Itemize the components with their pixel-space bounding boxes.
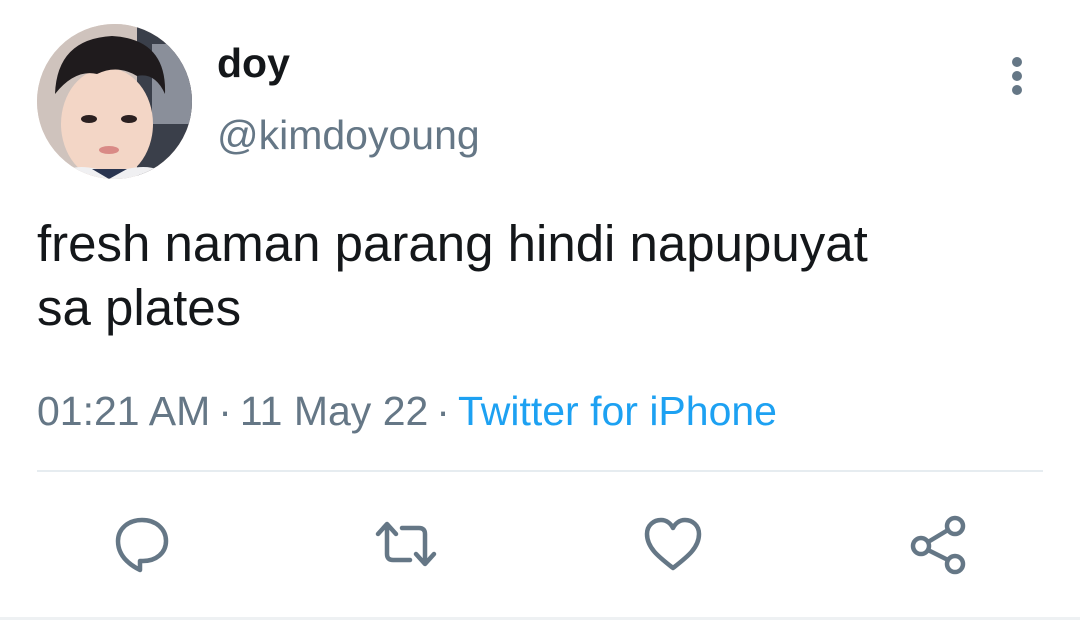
- profile-photo: [37, 24, 192, 179]
- heart-icon: [644, 517, 702, 571]
- reply-icon: [115, 517, 169, 573]
- user-handle[interactable]: @kimdoyoung: [217, 110, 480, 160]
- retweet-icon: [375, 521, 437, 567]
- tweet-meta: 01:21 AM · 11 May 22 · Twitter for iPhone: [37, 386, 777, 436]
- tweet-date: 11 May 22: [239, 388, 429, 434]
- like-button[interactable]: [641, 512, 705, 576]
- share-button[interactable]: [907, 512, 971, 576]
- meta-separator: ·: [218, 388, 232, 434]
- more-options-button[interactable]: [996, 52, 1038, 100]
- bottom-divider: [0, 617, 1080, 620]
- meta-separator: ·: [436, 388, 450, 434]
- share-icon: [910, 515, 966, 575]
- tweet-time: 01:21 AM: [37, 388, 211, 434]
- reply-button[interactable]: [110, 512, 174, 576]
- more-vertical-icon: [1012, 57, 1022, 95]
- avatar[interactable]: [37, 24, 192, 179]
- tweet-source-link[interactable]: Twitter for iPhone: [458, 388, 777, 434]
- tweet-card: doy @kimdoyoung fresh naman parang hindi…: [0, 0, 1080, 636]
- retweet-button[interactable]: [374, 512, 438, 576]
- divider: [37, 470, 1043, 472]
- tweet-text: fresh naman parang hindi napupuyat sa pl…: [37, 215, 868, 336]
- display-name[interactable]: doy: [217, 38, 290, 88]
